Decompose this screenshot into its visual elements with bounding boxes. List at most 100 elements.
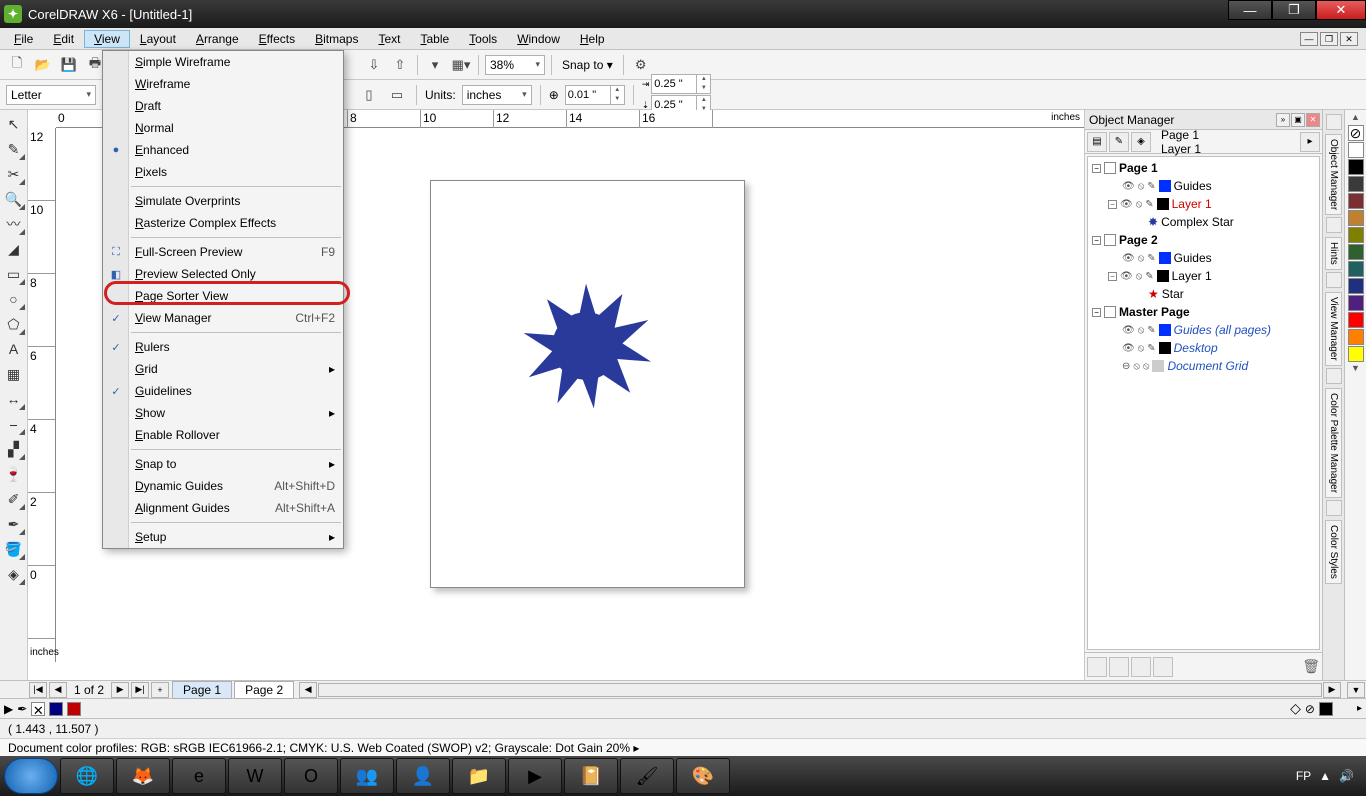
mdi-close-button[interactable]: ✕ (1340, 32, 1358, 46)
menu-item-rulers[interactable]: ✓Rulers (103, 336, 343, 358)
show-props-button[interactable]: ▤ (1087, 132, 1107, 152)
docker-maximize-button[interactable]: ▣ (1291, 113, 1305, 127)
tray-lang[interactable]: FP (1296, 769, 1311, 783)
docker-tab-icon[interactable] (1326, 114, 1342, 130)
new-layer-button[interactable] (1087, 657, 1107, 677)
transparency-tool[interactable]: 🍷 (2, 462, 26, 486)
menu-item-dynamic-guides[interactable]: Dynamic GuidesAlt+Shift+D (103, 475, 343, 497)
view-menu-dropdown[interactable]: Simple WireframeWireframeDraftNormal●Enh… (102, 50, 344, 549)
docker-tab-color-styles[interactable]: Color Styles (1325, 520, 1342, 584)
menu-item-guidelines[interactable]: ✓Guidelines (103, 380, 343, 402)
flyout-button[interactable]: ▸ (1300, 132, 1320, 152)
menu-item-wireframe[interactable]: Wireframe (103, 73, 343, 95)
h-scrollbar[interactable] (318, 683, 1322, 697)
color-swatch[interactable] (1348, 142, 1364, 158)
color-swatch[interactable] (1348, 329, 1364, 345)
menu-item-alignment-guides[interactable]: Alignment GuidesAlt+Shift+A (103, 497, 343, 519)
no-fill-swatch[interactable]: ✕ (31, 702, 45, 716)
smart-fill-tool[interactable]: ◢ (2, 237, 26, 261)
color-swatch[interactable] (1348, 312, 1364, 328)
tree-node[interactable]: −Master Page (1090, 303, 1317, 321)
fill-color-swatch[interactable] (49, 702, 63, 716)
menu-arrange[interactable]: Arrange (186, 30, 249, 48)
new-button[interactable]: 🗋 (6, 54, 28, 76)
play-icon[interactable]: ▶ (4, 702, 13, 716)
edit-layers-button[interactable]: ✎ (1109, 132, 1129, 152)
docker-tab-color-palette-manager[interactable]: Color Palette Manager (1325, 388, 1342, 498)
scroll-down-button[interactable]: ▼ (1347, 682, 1365, 698)
first-page-button[interactable]: |◀ (29, 682, 47, 698)
zoom-combo[interactable]: 38% (485, 55, 545, 75)
eyedropper-tool[interactable]: ✐ (2, 487, 26, 511)
taskbar-app-button[interactable]: 🖌 (620, 758, 674, 794)
docker-tab-view-manager[interactable]: View Manager (1325, 292, 1342, 366)
page-tab-2[interactable]: Page 2 (234, 681, 294, 699)
snap-to-menu[interactable]: Snap to ▾ (558, 58, 617, 72)
taskbar-app-button[interactable]: 🎨 (676, 758, 730, 794)
color-swatch[interactable] (1348, 159, 1364, 175)
import-button[interactable]: ⇩ (363, 54, 385, 76)
tray-volume-icon[interactable]: 🔊 (1339, 769, 1354, 783)
tree-node[interactable]: −👁⦸✎Layer 1 (1090, 195, 1317, 213)
taskbar-app-button[interactable]: 🌐 (60, 758, 114, 794)
start-button[interactable] (4, 758, 58, 794)
tree-node[interactable]: −Page 1 (1090, 159, 1317, 177)
docker-tab-icon[interactable] (1326, 217, 1342, 233)
complex-star-shape[interactable] (521, 281, 651, 411)
menu-item-normal[interactable]: Normal (103, 117, 343, 139)
palette-down-button[interactable]: ▼ (1351, 363, 1360, 375)
duplicate-x-input[interactable]: ▲▼ (651, 74, 711, 94)
table-tool[interactable]: ▦ (2, 362, 26, 386)
freehand-tool[interactable]: 〰 (2, 212, 26, 236)
close-button[interactable]: ✕ (1316, 0, 1366, 20)
docker-tab-object-manager[interactable]: Object Manager (1325, 134, 1342, 215)
new-master-layer-all-button[interactable] (1131, 657, 1151, 677)
menu-table[interactable]: Table (410, 30, 459, 48)
page-tab-1[interactable]: Page 1 (172, 681, 232, 699)
scroll-left-button[interactable]: ◀ (299, 682, 317, 698)
scroll-right-button[interactable]: ▶ (1323, 682, 1341, 698)
vertical-ruler[interactable]: 121086420inches (28, 128, 56, 662)
docker-tab-icon[interactable] (1326, 368, 1342, 384)
menu-item-enhanced[interactable]: ●Enhanced (103, 139, 343, 161)
docker-tab-icon[interactable] (1326, 500, 1342, 516)
menu-item-pixels[interactable]: Pixels (103, 161, 343, 183)
zoom-tool[interactable]: 🔍 (2, 187, 26, 211)
color-swatch[interactable] (1348, 346, 1364, 362)
palette-up-button[interactable]: ▲ (1351, 112, 1360, 124)
interactive-fill-tool[interactable]: ◈ (2, 562, 26, 586)
system-tray[interactable]: FP ▲ 🔊 (1296, 769, 1362, 783)
color-swatch[interactable] (1348, 278, 1364, 294)
menu-item-enable-rollover[interactable]: Enable Rollover (103, 424, 343, 446)
tree-node[interactable]: ⊖⦸⦸Document Grid (1090, 357, 1317, 375)
crop-tool[interactable]: ✂ (2, 162, 26, 186)
taskbar-app-button[interactable]: e (172, 758, 226, 794)
tree-node[interactable]: ✸Complex Star (1090, 213, 1317, 231)
menu-item-simple-wireframe[interactable]: Simple Wireframe (103, 51, 343, 73)
maximize-button[interactable]: ❐ (1272, 0, 1316, 20)
color-swatch[interactable] (1348, 210, 1364, 226)
menu-layout[interactable]: Layout (130, 30, 186, 48)
menu-edit[interactable]: Edit (43, 30, 84, 48)
rectangle-tool[interactable]: ▭ (2, 262, 26, 286)
color-swatch[interactable] (1348, 193, 1364, 209)
docker-tab-hints[interactable]: Hints (1325, 237, 1342, 270)
ellipse-tool[interactable]: ○ (2, 287, 26, 311)
menu-item-grid[interactable]: Grid▸ (103, 358, 343, 380)
current-outline-swatch[interactable] (1319, 702, 1333, 716)
taskbar-app-button[interactable]: 👤 (396, 758, 450, 794)
tree-node[interactable]: 👁⦸✎Desktop (1090, 339, 1317, 357)
menu-item-snap-to[interactable]: Snap to▸ (103, 453, 343, 475)
taskbar-app-button[interactable]: 📁 (452, 758, 506, 794)
dimension-tool[interactable]: ↔ (2, 387, 26, 411)
prev-page-button[interactable]: ◀ (49, 682, 67, 698)
no-color-swatch[interactable]: ⊘ (1348, 125, 1364, 141)
tree-node[interactable]: −👁⦸✎Layer 1 (1090, 267, 1317, 285)
menu-tools[interactable]: Tools (459, 30, 507, 48)
taskbar-app-button[interactable]: 🦊 (116, 758, 170, 794)
landscape-button[interactable]: ▭ (386, 84, 408, 106)
effects-tool[interactable]: ▞ (2, 437, 26, 461)
color-swatch[interactable] (1348, 176, 1364, 192)
menu-bar[interactable]: FileEditViewLayoutArrangeEffectsBitmapsT… (0, 28, 1366, 50)
menu-view[interactable]: View (84, 30, 130, 48)
